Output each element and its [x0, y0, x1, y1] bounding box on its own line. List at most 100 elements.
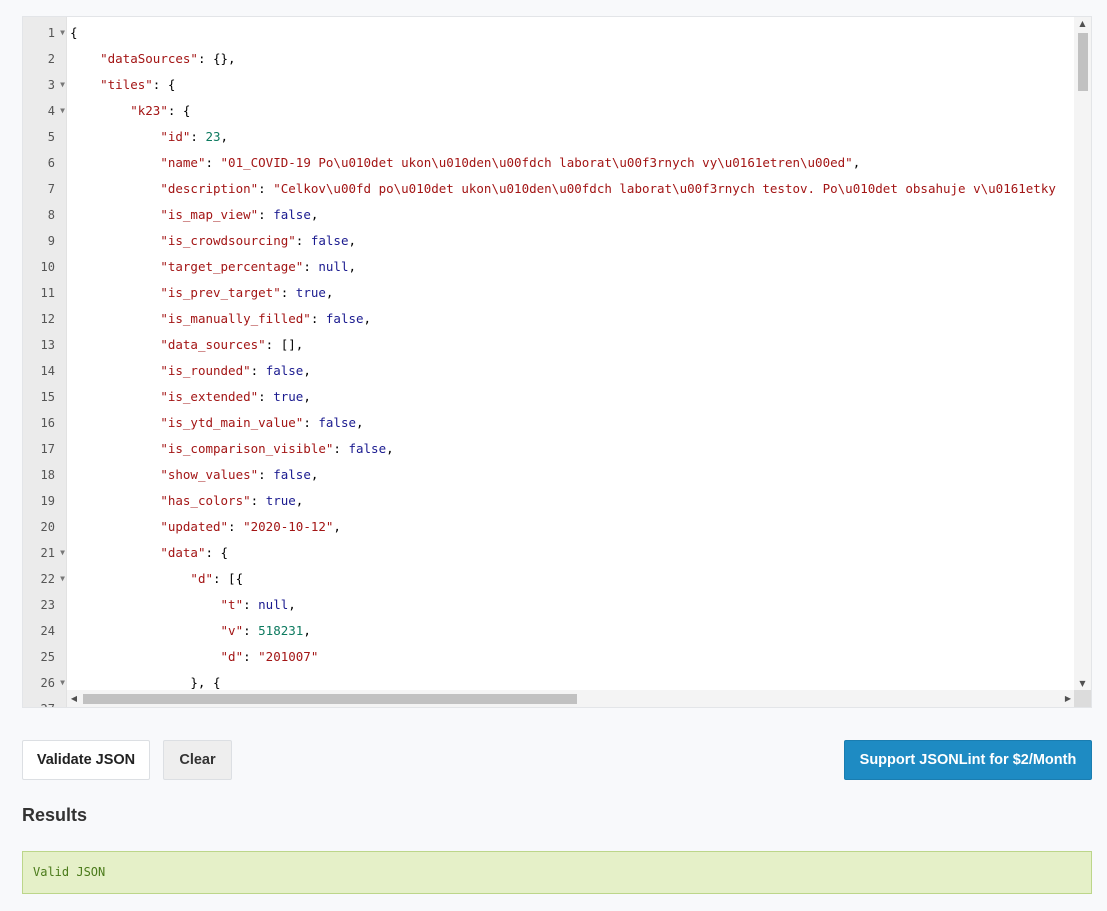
line-number-text: 12 — [40, 312, 55, 326]
code-line-text: "tiles": { — [100, 77, 176, 92]
code-line-text: "data_sources": [], — [160, 337, 304, 352]
line-number: 5 — [23, 124, 67, 150]
code-line[interactable]: 20 "updated": "2020-10-12", — [23, 514, 1075, 540]
code-line[interactable]: 10 "target_percentage": null, — [23, 254, 1075, 280]
vertical-scroll-thumb[interactable] — [1078, 33, 1088, 91]
line-number-text: 7 — [47, 182, 55, 196]
code-line-text: "is_extended": true, — [160, 389, 311, 404]
code-line[interactable]: 19 "has_colors": true, — [23, 488, 1075, 514]
results-heading: Results — [22, 805, 88, 825]
code-line[interactable]: 1 ▼{ — [23, 20, 1075, 46]
support-button[interactable]: Support JSONLint for $2/Month — [844, 740, 1092, 780]
line-number-text: 6 — [47, 156, 55, 170]
line-number: 18 — [23, 462, 67, 488]
line-number: 17 — [23, 436, 67, 462]
line-number-text: 3 — [47, 78, 55, 92]
code-line-text: "updated": "2020-10-12", — [160, 519, 341, 534]
line-number-text: 10 — [40, 260, 55, 274]
line-number-text: 15 — [40, 390, 55, 404]
code-line[interactable]: 14 "is_rounded": false, — [23, 358, 1075, 384]
results-message: Valid JSON — [22, 851, 1092, 894]
horizontal-scroll-thumb[interactable] — [83, 694, 577, 704]
fold-arrow-icon[interactable]: ▼ — [60, 72, 65, 98]
code-line[interactable]: 3 ▼ "tiles": { — [23, 72, 1075, 98]
validate-json-button[interactable]: Validate JSON — [22, 740, 150, 780]
code-line-text: "description": "Celkov\u00fd po\u010det … — [160, 181, 1056, 196]
line-number-text: 19 — [40, 494, 55, 508]
line-number: 8 — [23, 202, 67, 228]
code-line-text: "is_crowdsourcing": false, — [160, 233, 357, 248]
code-line-text: "is_comparison_visible": false, — [160, 441, 394, 456]
fold-arrow-icon[interactable]: ▼ — [60, 540, 65, 566]
code-line-text: "k23": { — [130, 103, 191, 118]
line-number: 9 — [23, 228, 67, 254]
code-line[interactable]: 15 "is_extended": true, — [23, 384, 1075, 410]
fold-arrow-icon[interactable]: ▼ — [60, 566, 65, 592]
code-line[interactable]: 7 "description": "Celkov\u00fd po\u010de… — [23, 176, 1075, 202]
line-number: 21 ▼ — [23, 540, 67, 566]
line-number-text: 13 — [40, 338, 55, 352]
fold-arrow-icon[interactable]: ▼ — [60, 670, 65, 696]
line-number-text: 18 — [40, 468, 55, 482]
code-line-text: "is_prev_target": true, — [160, 285, 334, 300]
fold-arrow-icon[interactable]: ▼ — [60, 20, 65, 46]
line-number: 20 — [23, 514, 67, 540]
line-number: 3 ▼ — [23, 72, 67, 98]
line-number-text: 9 — [47, 234, 55, 248]
line-number-text: 20 — [40, 520, 55, 534]
arrow-right-icon[interactable]: ▶ — [1061, 690, 1075, 707]
code-line-text: "is_ytd_main_value": false, — [160, 415, 364, 430]
horizontal-scrollbar[interactable]: ◀ ▶ — [67, 690, 1075, 707]
code-line-text: "is_map_view": false, — [160, 207, 319, 222]
code-line[interactable]: 13 "data_sources": [], — [23, 332, 1075, 358]
code-line-text: "is_rounded": false, — [160, 363, 311, 378]
code-line[interactable]: 4 ▼ "k23": { — [23, 98, 1075, 124]
code-line-text: "data": { — [160, 545, 229, 560]
code-line-text: "name": "01_COVID-19 Po\u010det ukon\u01… — [160, 155, 861, 170]
clear-button[interactable]: Clear — [163, 740, 232, 780]
line-number-text: 17 — [40, 442, 55, 456]
line-number-text: 27 — [41, 696, 55, 707]
line-number: 12 — [23, 306, 67, 332]
code-line[interactable]: 23 "t": null, — [23, 592, 1075, 618]
line-number: 24 — [23, 618, 67, 644]
line-number-text: 24 — [40, 624, 55, 638]
line-number-text: 1 — [47, 26, 55, 40]
line-number: 16 — [23, 410, 67, 436]
fold-arrow-icon[interactable]: ▼ — [60, 98, 65, 124]
line-number: 11 — [23, 280, 67, 306]
line-number: 4 ▼ — [23, 98, 67, 124]
json-editor[interactable]: 1 ▼{2 "dataSources": {}, 3 ▼ "tiles": {4 ▼ "… — [22, 16, 1092, 708]
code-area[interactable]: 1 ▼{2 "dataSources": {}, 3 ▼ "tiles": {4 ▼ "… — [23, 20, 1075, 707]
line-number-text: 21 — [40, 546, 55, 560]
line-number: 14 — [23, 358, 67, 384]
code-line[interactable]: 5 "id": 23, — [23, 124, 1075, 150]
line-number: 7 — [23, 176, 67, 202]
line-number-text: 16 — [40, 416, 55, 430]
code-line[interactable]: 24 "v": 518231, — [23, 618, 1075, 644]
code-line-text: "t": null, — [220, 597, 296, 612]
code-line[interactable]: 22 ▼ "d": [{ — [23, 566, 1075, 592]
code-line-text: "d": "201007" — [220, 649, 319, 664]
code-line[interactable]: 17 "is_comparison_visible": false, — [23, 436, 1075, 462]
vertical-scrollbar[interactable]: ▲ ▼ — [1074, 17, 1091, 691]
code-line-text: "target_percentage": null, — [160, 259, 357, 274]
code-line[interactable]: 6 "name": "01_COVID-19 Po\u010det ukon\u… — [23, 150, 1075, 176]
line-number-text: 23 — [40, 598, 55, 612]
line-number: 1 ▼ — [23, 20, 67, 46]
code-line[interactable]: 16 "is_ytd_main_value": false, — [23, 410, 1075, 436]
arrow-down-icon[interactable]: ▼ — [1074, 677, 1091, 691]
line-number-text: 22 — [40, 572, 55, 586]
code-line[interactable]: 9 "is_crowdsourcing": false, — [23, 228, 1075, 254]
code-line[interactable]: 11 "is_prev_target": true, — [23, 280, 1075, 306]
code-line[interactable]: 8 "is_map_view": false, — [23, 202, 1075, 228]
line-number: 15 — [23, 384, 67, 410]
arrow-up-icon[interactable]: ▲ — [1074, 17, 1091, 31]
code-line[interactable]: 21 ▼ "data": { — [23, 540, 1075, 566]
code-line[interactable]: 12 "is_manually_filled": false, — [23, 306, 1075, 332]
code-line[interactable]: 18 "show_values": false, — [23, 462, 1075, 488]
arrow-left-icon[interactable]: ◀ — [67, 690, 81, 707]
code-line[interactable]: 25 "d": "201007" — [23, 644, 1075, 670]
code-line[interactable]: 2 "dataSources": {}, — [23, 46, 1075, 72]
code-line-text: { — [70, 25, 78, 40]
